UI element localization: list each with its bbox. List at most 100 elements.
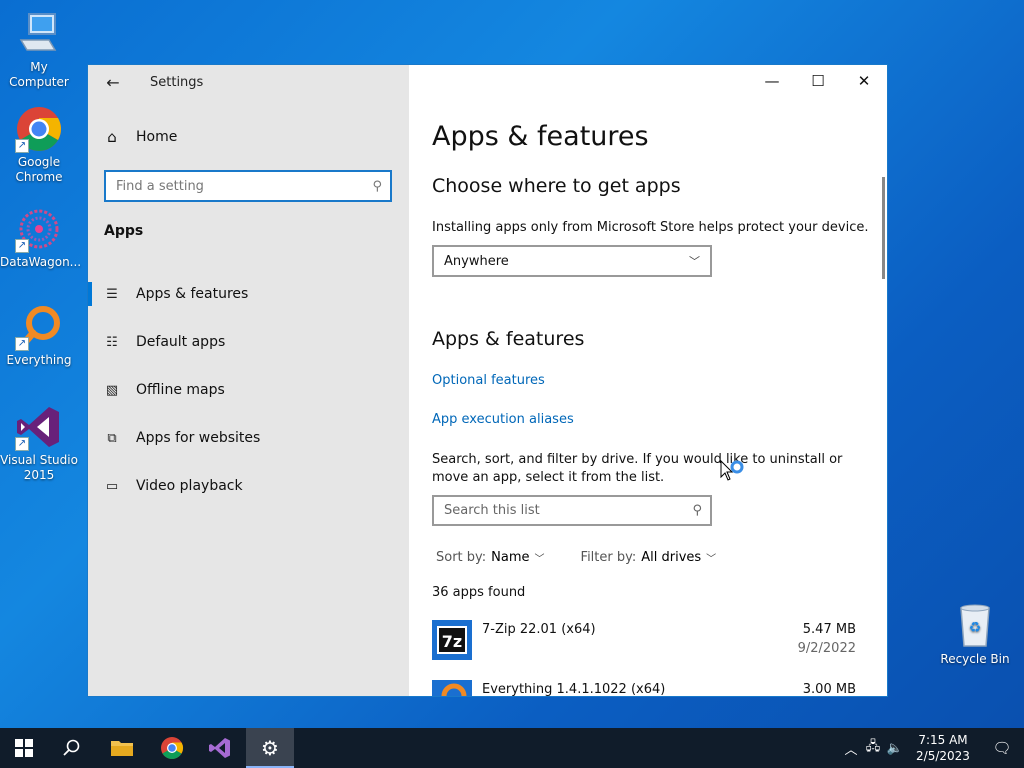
desktop-icon-label: Visual Studio 2015 [0, 453, 78, 482]
choose-apps-heading: Choose where to get apps [432, 175, 681, 197]
svg-text:7z: 7z [442, 632, 462, 651]
computer-icon [15, 10, 63, 58]
system-tray: ︿ 🖧 🔈 7:15 AM 2/5/2023 🗨 [840, 728, 1024, 768]
taskbar-visual-studio[interactable] [196, 728, 244, 768]
app-size: 5.47 MB [802, 622, 856, 637]
action-center-icon[interactable]: 🗨 [980, 739, 1024, 757]
desktop-icon-google-chrome[interactable]: ↗ Google Chrome [0, 105, 78, 185]
maximize-icon: ☐ [811, 72, 825, 90]
desktop-icon-visual-studio[interactable]: ↗ Visual Studio 2015 [0, 403, 78, 483]
busy-cursor-icon [720, 460, 744, 481]
start-button[interactable] [0, 728, 48, 768]
map-icon: ▧ [105, 382, 119, 398]
sidebar-item-home[interactable]: ⌂ Home [104, 128, 177, 146]
find-setting-input[interactable] [116, 178, 373, 194]
desktop-icon-label: Google Chrome [15, 155, 63, 184]
desktop-icon-label: My Computer [9, 60, 69, 89]
desktop-icon-label: Everything [6, 353, 72, 367]
close-icon: ✕ [857, 72, 871, 90]
window-title: Settings [150, 75, 204, 90]
desktop-icon-recycle-bin[interactable]: ♻ Recycle Bin [936, 602, 1014, 667]
network-icon[interactable]: 🖧 [862, 737, 884, 759]
taskbar-chrome[interactable] [148, 728, 196, 768]
everything-icon [432, 680, 472, 696]
sidebar-item-label: Apps & features [136, 286, 249, 302]
clock-date: 2/5/2023 [916, 749, 970, 763]
sort-label: Sort by: [436, 550, 487, 565]
visual-studio-icon: ↗ [15, 403, 63, 451]
taskbar-search-button[interactable] [48, 728, 96, 768]
datawagon-icon: ↗ [15, 205, 63, 253]
close-button[interactable]: ✕ [841, 65, 887, 97]
default-apps-icon: ☷ [106, 334, 118, 350]
filter-by-dropdown[interactable]: Filter by: All drives ﹀ [581, 550, 717, 565]
sort-filter-row: Sort by: Name ﹀ Filter by: All drives ﹀ [436, 550, 716, 565]
back-button[interactable]: ← [102, 72, 124, 94]
clock[interactable]: 7:15 AM 2/5/2023 [906, 732, 980, 764]
sort-by-dropdown[interactable]: Sort by: Name ﹀ [436, 550, 545, 565]
sidebar-item-label: Video playback [136, 478, 243, 494]
settings-content: Apps & features Choose where to get apps… [409, 65, 887, 696]
content-scrollbar[interactable] [882, 177, 885, 279]
minimize-button[interactable]: — [749, 65, 795, 97]
clock-time: 7:15 AM [918, 733, 968, 747]
video-icon: ▭ [105, 478, 119, 494]
list-icon: ☰ [106, 286, 118, 302]
taskbar-file-explorer[interactable] [98, 728, 146, 768]
sidebar-item-label: Default apps [136, 334, 226, 350]
visual-studio-icon [209, 738, 230, 758]
shortcut-arrow-icon: ↗ [15, 437, 29, 451]
app-list-item[interactable]: 7z 7-Zip 22.01 (x64) 5.47 MB 9/2/2022 [432, 620, 856, 668]
filter-value: All drives [641, 550, 702, 565]
chrome-icon: ↗ [15, 105, 63, 153]
home-icon: ⌂ [107, 128, 117, 146]
sidebar-item-default-apps[interactable]: ☷ Default apps [88, 318, 409, 366]
sidebar-item-apps-for-websites[interactable]: ⧉ Apps for websites [88, 414, 409, 462]
chrome-icon [161, 737, 183, 759]
back-arrow-icon: ← [106, 73, 120, 92]
search-icon: ⚲ [372, 178, 382, 194]
choose-apps-description: Installing apps only from Microsoft Stor… [432, 220, 869, 235]
sidebar-section-label: Apps [104, 223, 144, 239]
desktop-icon-label: Recycle Bin [940, 652, 1010, 666]
optional-features-link[interactable]: Optional features [432, 373, 545, 388]
page-title: Apps & features [432, 121, 649, 152]
search-list-box: ⚲ [432, 495, 712, 526]
dropdown-value: Anywhere [444, 253, 509, 269]
volume-icon[interactable]: 🔈 [884, 741, 906, 756]
chevron-down-icon: ﹀ [689, 255, 700, 268]
sidebar-item-apps-features[interactable]: ☰ Apps & features [88, 270, 409, 318]
taskbar-settings[interactable]: ⚙ [246, 728, 294, 768]
app-list-item[interactable]: Everything 1.4.1.1022 (x64) 3.00 MB [432, 680, 856, 696]
chevron-up-icon[interactable]: ︿ [840, 739, 862, 758]
7zip-icon: 7z [432, 620, 472, 660]
search-list-input[interactable] [444, 503, 693, 518]
minimize-icon: — [764, 72, 780, 90]
windows-logo-icon [15, 739, 33, 757]
desktop-icon-everything[interactable]: ↗ Everything [0, 303, 78, 368]
sort-value: Name [491, 550, 530, 565]
taskbar: ⚙ ︿ 🖧 🔈 7:15 AM 2/5/2023 🗨 [0, 728, 1024, 768]
everything-icon: ↗ [15, 303, 63, 351]
apps-found-count: 36 apps found [432, 585, 526, 600]
search-help-text: Search, sort, and filter by drive. If yo… [432, 452, 843, 485]
app-execution-aliases-link[interactable]: App execution aliases [432, 412, 574, 427]
gear-icon: ⚙ [261, 736, 279, 760]
desktop-icon-datawagon[interactable]: ↗ DataWagon... [0, 205, 81, 270]
sidebar-item-label: Home [136, 129, 178, 145]
sidebar-item-offline-maps[interactable]: ▧ Offline maps [88, 366, 409, 414]
settings-window: ← Settings ⌂ Home ⚲ Apps ☰ Apps & featur… [87, 64, 888, 697]
sidebar-item-video-playback[interactable]: ▭ Video playback [88, 462, 409, 510]
sidebar-item-label: Offline maps [136, 382, 225, 398]
search-icon [63, 739, 80, 756]
folder-icon [111, 741, 133, 756]
desktop-icon-my-computer[interactable]: My Computer [0, 10, 78, 90]
search-icon: ⚲ [692, 503, 702, 518]
app-source-dropdown[interactable]: Anywhere ﹀ [432, 245, 712, 277]
sidebar-nav: ☰ Apps & features ☷ Default apps ▧ Offli… [88, 270, 409, 510]
caption-buttons: — ☐ ✕ [749, 65, 887, 97]
maximize-button[interactable]: ☐ [795, 65, 841, 97]
find-setting-box: ⚲ [104, 170, 392, 202]
filter-label: Filter by: [580, 550, 637, 565]
settings-sidebar: ← Settings ⌂ Home ⚲ Apps ☰ Apps & featur… [88, 65, 409, 696]
